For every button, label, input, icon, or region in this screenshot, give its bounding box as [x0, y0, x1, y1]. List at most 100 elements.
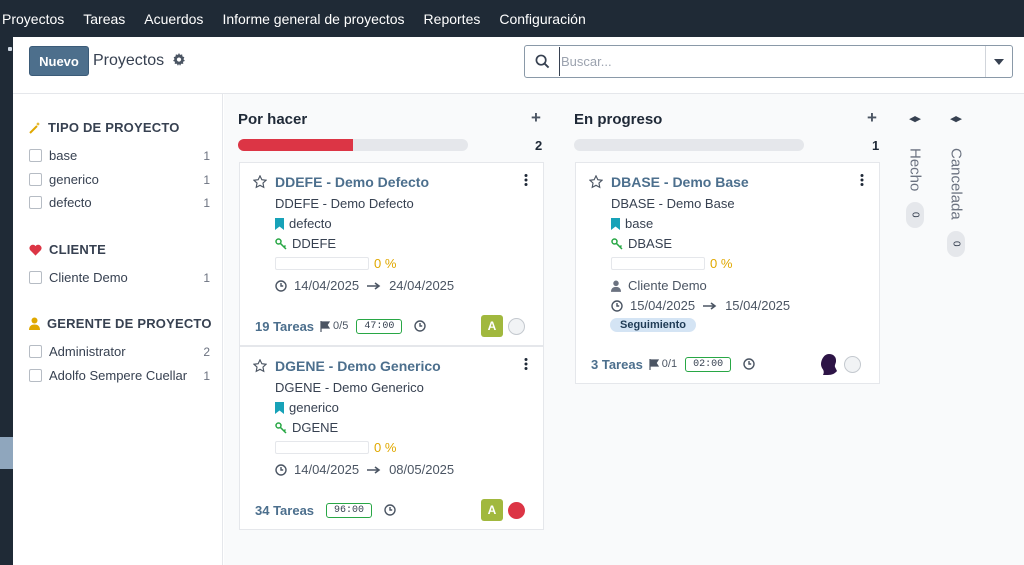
- kebab-menu-icon[interactable]: [859, 174, 865, 186]
- checkbox[interactable]: [29, 271, 42, 284]
- allocated-hours[interactable]: 02:00: [685, 356, 732, 372]
- avatar-silhouette-icon[interactable]: [819, 353, 839, 375]
- card-title[interactable]: DGENE - Demo Generico: [275, 358, 441, 374]
- column-add-button[interactable]: +: [867, 108, 877, 128]
- column-progress-bar[interactable]: [238, 139, 468, 151]
- column-title: En progreso: [574, 111, 663, 128]
- project-card[interactable]: DDEFE - Demo Defecto DDEFE - Demo Defect…: [239, 162, 544, 346]
- filter-item-base[interactable]: base 1: [29, 148, 210, 163]
- star-icon[interactable]: [253, 175, 267, 189]
- unfold-arrows-icon[interactable]: ◂▸: [909, 112, 920, 125]
- filter-group-title: CLIENTE: [49, 242, 107, 257]
- status-indicator[interactable]: [844, 356, 861, 373]
- card-code-line: DDEFE: [275, 236, 336, 251]
- filter-item-defecto[interactable]: defecto 1: [29, 195, 210, 210]
- bookmark-icon: [275, 217, 284, 230]
- card-dates: 14/04/2025 24/04/2025: [275, 278, 454, 293]
- bookmark-icon: [275, 401, 284, 414]
- nav-informe-general[interactable]: Informe general de proyectos: [222, 11, 404, 27]
- avatar[interactable]: A: [481, 315, 503, 337]
- card-subtitle: DBASE - Demo Base: [611, 196, 735, 211]
- checkbox[interactable]: [29, 196, 42, 209]
- nav-reportes[interactable]: Reportes: [424, 11, 481, 27]
- star-icon[interactable]: [589, 175, 603, 189]
- milestones: 0/1: [649, 358, 677, 370]
- new-button[interactable]: Nuevo: [29, 46, 89, 76]
- checkbox[interactable]: [29, 173, 42, 186]
- filter-item-label: base: [49, 148, 78, 163]
- folded-column-cancelada[interactable]: ◂▸ Cancelada 0: [936, 94, 976, 565]
- filter-item-administrator[interactable]: Administrator 2: [29, 344, 210, 359]
- gear-icon[interactable]: [172, 53, 186, 67]
- project-card[interactable]: DBASE - Demo Base DBASE - Demo Base base…: [575, 162, 880, 384]
- tasks-link[interactable]: 34 Tareas: [255, 503, 314, 518]
- filter-item-label: Adolfo Sempere Cuellar: [49, 368, 188, 383]
- kanban-board: Por hacer + 2 DDEFE - Demo Defecto DDEFE…: [224, 94, 1024, 565]
- status-indicator[interactable]: [508, 502, 525, 519]
- column-progress-bar[interactable]: [574, 139, 804, 151]
- date-start: 14/04/2025: [294, 278, 360, 293]
- top-navbar: Proyectos Tareas Acuerdos Informe genera…: [0, 0, 1024, 37]
- milestones-count: 0/1: [661, 358, 678, 370]
- tasks-link[interactable]: 19 Tareas: [255, 319, 314, 334]
- kebab-menu-icon[interactable]: [523, 358, 529, 370]
- allocated-hours[interactable]: 47:00: [356, 318, 403, 334]
- activity-clock-icon[interactable]: [384, 504, 396, 516]
- allocated-hours[interactable]: 96:00: [326, 502, 373, 518]
- nav-configuracion[interactable]: Configuración: [499, 11, 585, 27]
- filter-item-cliente-demo[interactable]: Cliente Demo 1: [29, 270, 210, 285]
- filter-item-label: Administrator: [49, 344, 126, 359]
- search-input[interactable]: [559, 47, 985, 76]
- user-icon: [29, 317, 40, 330]
- checkbox[interactable]: [29, 149, 42, 162]
- filter-item-adolfo[interactable]: Adolfo Sempere Cuellar 1: [29, 368, 210, 383]
- search-bar: [524, 45, 1013, 78]
- filter-item-count: 1: [203, 195, 210, 210]
- status-indicator[interactable]: [508, 318, 525, 335]
- wand-icon: [29, 121, 40, 134]
- card-tag-line: generico: [275, 400, 339, 415]
- card-customer: Cliente Demo: [628, 278, 707, 293]
- search-options-toggle[interactable]: [985, 46, 1012, 77]
- star-icon[interactable]: [253, 359, 267, 373]
- tasks-link[interactable]: 3 Tareas: [591, 357, 643, 372]
- activity-clock-icon[interactable]: [414, 320, 427, 332]
- card-subtitle: DDEFE - Demo Defecto: [275, 196, 414, 211]
- milestones: 0/5: [320, 320, 348, 332]
- nav-acuerdos[interactable]: Acuerdos: [144, 11, 203, 27]
- avatar[interactable]: A: [481, 499, 503, 521]
- folded-column-title[interactable]: Hecho: [907, 148, 924, 191]
- card-code: DBASE: [628, 236, 673, 251]
- key-icon: [275, 237, 287, 250]
- flag-icon: [320, 320, 331, 332]
- flag-icon: [649, 358, 659, 370]
- checkbox[interactable]: [29, 369, 42, 382]
- card-title[interactable]: DDEFE - Demo Defecto: [275, 174, 429, 190]
- checkbox[interactable]: [29, 345, 42, 358]
- filter-group-title: TIPO DE PROYECTO: [48, 120, 180, 135]
- project-card[interactable]: DGENE - Demo Generico DGENE - Demo Gener…: [239, 346, 544, 530]
- card-tag-line: defecto: [275, 216, 332, 231]
- card-dates: 14/04/2025 08/05/2025: [275, 462, 454, 477]
- filter-item-count: 2: [203, 344, 210, 359]
- filter-group-tipo: TIPO DE PROYECTO: [29, 120, 180, 135]
- activity-clock-icon[interactable]: [743, 358, 755, 370]
- date-end: 15/04/2025: [725, 298, 791, 313]
- folded-column-hecho[interactable]: ◂▸ Hecho 0: [895, 94, 935, 565]
- column-add-button[interactable]: +: [531, 108, 541, 128]
- card-title[interactable]: DBASE - Demo Base: [611, 174, 749, 190]
- kebab-menu-icon[interactable]: [523, 174, 529, 186]
- card-progress-text: 0 %: [374, 256, 397, 271]
- strip-active-item[interactable]: [0, 437, 13, 469]
- filter-item-generico[interactable]: generico 1: [29, 172, 210, 187]
- nav-tareas[interactable]: Tareas: [83, 11, 125, 27]
- filter-item-count: 1: [203, 270, 210, 285]
- card-tag-line: base: [611, 216, 653, 231]
- card-dates: 15/04/2025 15/04/2025: [611, 298, 790, 313]
- clock-icon: [611, 299, 623, 312]
- arrow-right-icon: [703, 301, 717, 310]
- folded-column-title[interactable]: Cancelada: [948, 148, 965, 220]
- column-count: 2: [535, 138, 543, 153]
- nav-proyectos[interactable]: Proyectos: [2, 11, 64, 27]
- unfold-arrows-icon[interactable]: ◂▸: [950, 112, 961, 125]
